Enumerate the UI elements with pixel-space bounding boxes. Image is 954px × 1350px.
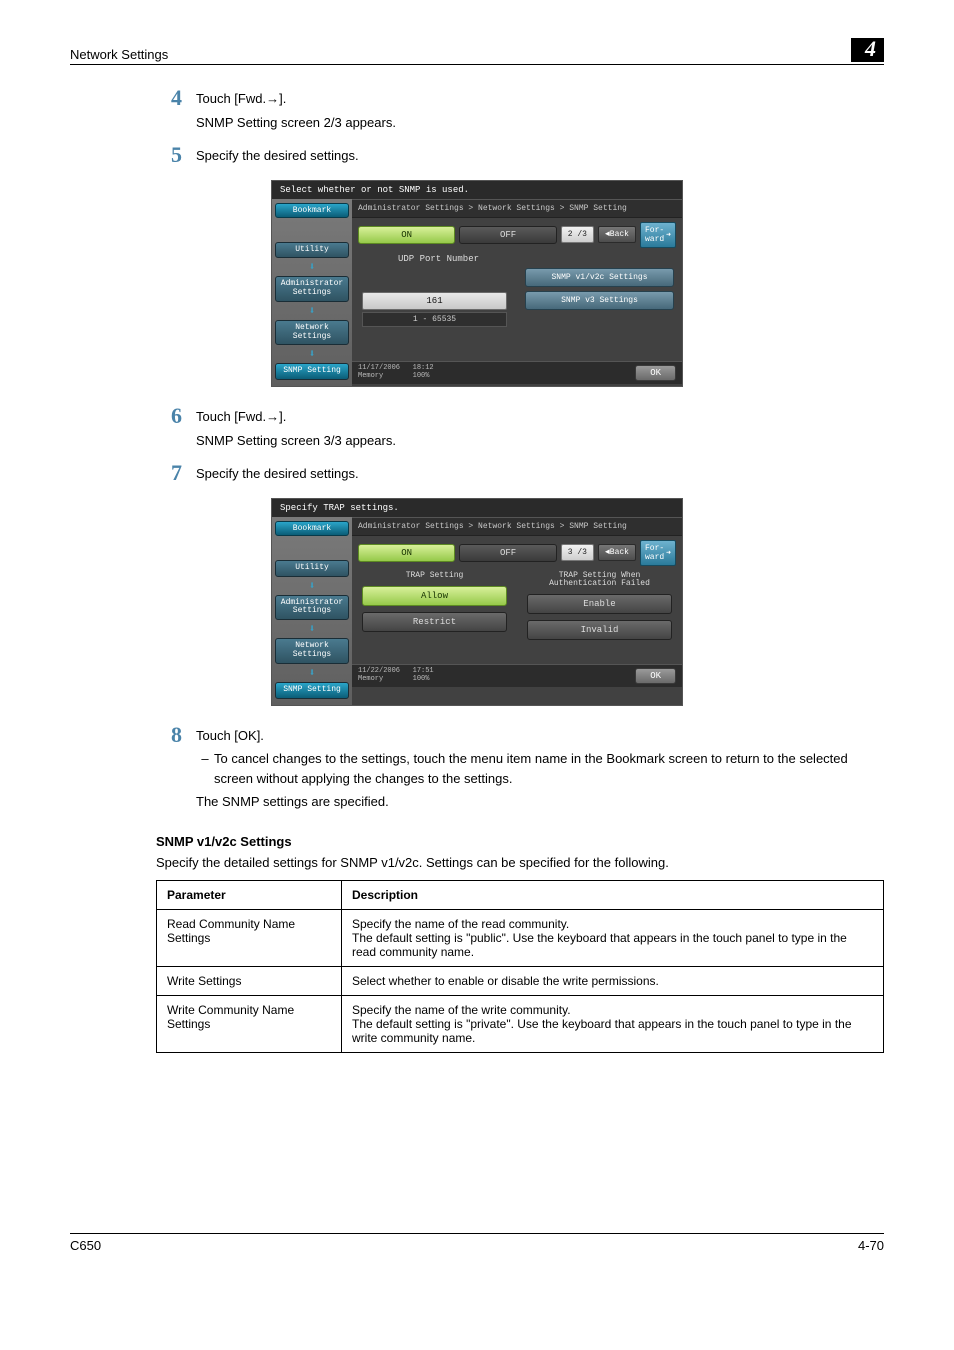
forward-button[interactable]: For- ward➜	[640, 540, 676, 566]
allow-button[interactable]: Allow	[362, 586, 507, 606]
step-text: Touch [OK].	[196, 726, 884, 746]
udp-port-range: 1 - 65535	[362, 312, 507, 327]
trap-auth-fail-label: TRAP Setting When Authentication Failed	[523, 572, 676, 588]
param-desc: Select whether to enable or disable the …	[342, 966, 884, 995]
table-row: Read Community Name Settings Specify the…	[157, 909, 884, 966]
section-intro: Specify the detailed settings for SNMP v…	[156, 855, 884, 870]
step-text: SNMP Setting screen 3/3 appears.	[196, 431, 884, 451]
arrow-right-icon: ➜	[666, 548, 671, 558]
ok-button[interactable]: OK	[635, 668, 676, 684]
step-7: 7 Specify the desired settings.	[156, 462, 884, 488]
step-4: 4 Touch [Fwd.→]. SNMP Setting screen 2/3…	[156, 87, 884, 136]
invalid-button[interactable]: Invalid	[527, 620, 672, 640]
page-indicator: 2 /3	[561, 226, 594, 243]
udp-port-label: UDP Port Number	[352, 252, 517, 264]
bookmark-button[interactable]: Bookmark	[275, 203, 349, 218]
arrow-right-icon: ➜	[666, 230, 671, 240]
enable-button[interactable]: Enable	[527, 594, 672, 614]
page-indicator: 3 /3	[561, 544, 594, 561]
back-button[interactable]: ◄Back	[598, 226, 636, 243]
header-left: Network Settings	[70, 47, 168, 62]
param-desc: Specify the name of the read community. …	[342, 909, 884, 966]
step-number: 5	[156, 144, 196, 170]
sidebar-item-network[interactable]: Network Settings	[275, 638, 349, 664]
breadcrumb: Administrator Settings > Network Setting…	[352, 199, 682, 218]
chevron-down-icon: ⬇	[275, 666, 349, 680]
step-6: 6 Touch [Fwd.→]. SNMP Setting screen 3/3…	[156, 405, 884, 454]
param-name: Write Community Name Settings	[157, 995, 342, 1052]
table-row: Write Settings Select whether to enable …	[157, 966, 884, 995]
sidebar-item-snmp[interactable]: SNMP Setting	[275, 682, 349, 699]
step-number: 4	[156, 87, 196, 136]
step-text: The SNMP settings are specified.	[196, 792, 884, 812]
header-chapter-number: 4	[851, 38, 884, 62]
screen-instruction: Select whether or not SNMP is used.	[272, 181, 682, 199]
udp-port-value[interactable]: 161	[362, 292, 507, 310]
step-text: Specify the desired settings.	[196, 146, 884, 166]
table-row: Write Community Name Settings Specify th…	[157, 995, 884, 1052]
sidebar-item-snmp[interactable]: SNMP Setting	[275, 363, 349, 380]
step-number: 6	[156, 405, 196, 454]
snmp-v3-settings-button[interactable]: SNMP v3 Settings	[525, 291, 674, 310]
screenshot-snmp-2of3: Select whether or not SNMP is used. Book…	[271, 180, 683, 388]
step-text: Touch [Fwd.→].	[196, 89, 884, 109]
back-button[interactable]: ◄Back	[598, 544, 636, 561]
step-8: 8 Touch [OK]. – To cancel changes to the…	[156, 724, 884, 816]
parameter-table: Parameter Description Read Community Nam…	[156, 880, 884, 1053]
breadcrumb: Administrator Settings > Network Setting…	[352, 517, 682, 536]
page-header: Network Settings 4	[70, 38, 884, 65]
forward-button[interactable]: For- ward➜	[640, 222, 676, 248]
chevron-down-icon: ⬇	[275, 622, 349, 636]
dash-bullet: –	[196, 749, 214, 788]
on-button[interactable]: ON	[358, 544, 455, 562]
sidebar-item-utility[interactable]: Utility	[275, 560, 349, 577]
footer-model: C650	[70, 1238, 101, 1253]
step-note: To cancel changes to the settings, touch…	[214, 749, 884, 788]
restrict-button[interactable]: Restrict	[362, 612, 507, 632]
chevron-down-icon: ⬇	[275, 579, 349, 593]
status-bar: 11/22/2006 17:51 Memory 100%	[358, 668, 434, 683]
section-heading: SNMP v1/v2c Settings	[156, 834, 884, 849]
step-5: 5 Specify the desired settings.	[156, 144, 884, 170]
table-header-description: Description	[342, 880, 884, 909]
ok-button[interactable]: OK	[635, 365, 676, 381]
step-text: Specify the desired settings.	[196, 464, 884, 484]
snmp-v1v2c-settings-button[interactable]: SNMP v1/v2c Settings	[525, 268, 674, 287]
page-footer: C650 4-70	[70, 1233, 884, 1253]
param-desc: Specify the name of the write community.…	[342, 995, 884, 1052]
sidebar-item-admin[interactable]: Administrator Settings	[275, 276, 349, 302]
bookmark-button[interactable]: Bookmark	[275, 521, 349, 536]
chevron-down-icon: ⬇	[275, 260, 349, 274]
status-bar: 11/17/2006 18:12 Memory 100%	[358, 365, 434, 380]
off-button[interactable]: OFF	[459, 226, 556, 244]
on-button[interactable]: ON	[358, 226, 455, 244]
sidebar-item-admin[interactable]: Administrator Settings	[275, 595, 349, 621]
screen-instruction: Specify TRAP settings.	[272, 499, 682, 517]
chevron-down-icon: ⬇	[275, 347, 349, 361]
sidebar-item-network[interactable]: Network Settings	[275, 320, 349, 346]
step-number: 8	[156, 724, 196, 816]
step-text: Touch [Fwd.→].	[196, 407, 884, 427]
chevron-down-icon: ⬇	[275, 304, 349, 318]
screenshot-snmp-3of3: Specify TRAP settings. Bookmark Utility …	[271, 498, 683, 706]
footer-page: 4-70	[858, 1238, 884, 1253]
param-name: Read Community Name Settings	[157, 909, 342, 966]
trap-setting-label: TRAP Setting	[358, 572, 511, 580]
bookmark-sidebar: Bookmark Utility ⬇ Administrator Setting…	[272, 199, 352, 387]
step-number: 7	[156, 462, 196, 488]
table-header-parameter: Parameter	[157, 880, 342, 909]
off-button[interactable]: OFF	[459, 544, 556, 562]
bookmark-sidebar: Bookmark Utility ⬇ Administrator Setting…	[272, 517, 352, 705]
param-name: Write Settings	[157, 966, 342, 995]
sidebar-item-utility[interactable]: Utility	[275, 242, 349, 259]
step-text: SNMP Setting screen 2/3 appears.	[196, 113, 884, 133]
